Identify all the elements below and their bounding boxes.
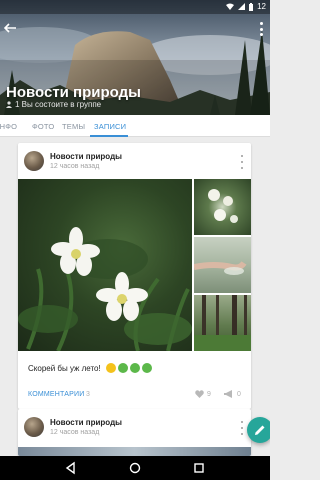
post-text: Скорей бы уж лето! xyxy=(28,363,152,373)
overflow-menu-icon[interactable] xyxy=(260,22,264,36)
hand-in-water-image xyxy=(194,261,247,275)
post-photo-preview[interactable] xyxy=(18,447,251,456)
clover-emoji-icon xyxy=(129,363,140,373)
clock: 12 xyxy=(257,2,266,11)
group-subtitle: 1 Вы состоите в группе xyxy=(6,100,101,109)
post-time: 12 часов назад xyxy=(50,429,100,436)
back-triangle-icon[interactable] xyxy=(64,461,78,475)
signal-icon xyxy=(238,3,246,10)
tab-bar: ИНФО ФОТО ТЕМЫ ЗАПИСИ xyxy=(0,115,270,137)
battery-icon xyxy=(249,2,254,11)
toolbar xyxy=(0,14,270,42)
active-tab-indicator xyxy=(90,135,128,137)
group-membership-text: 1 Вы состоите в группе xyxy=(15,100,102,109)
system-navigation-bar xyxy=(0,456,270,480)
post-text-content: Скорей бы уж лето! xyxy=(28,363,101,373)
tab-info[interactable]: ИНФО xyxy=(0,122,17,131)
post-author[interactable]: Новости природы xyxy=(50,418,122,427)
avatar[interactable] xyxy=(24,151,44,171)
recents-square-icon[interactable] xyxy=(192,461,206,475)
likes-count: 9 xyxy=(207,390,211,398)
anemone-flowers-image xyxy=(18,227,192,351)
screen: 12 Новости природы 1 Вы состоите в групп… xyxy=(0,0,270,480)
comments-count: 3 xyxy=(86,391,90,398)
post-photo-main[interactable] xyxy=(18,179,192,351)
person-icon xyxy=(6,101,12,108)
home-circle-icon[interactable] xyxy=(128,461,142,475)
heart-icon xyxy=(195,390,204,398)
post-card: Новости природы 12 часов назад xyxy=(18,409,251,456)
post-time: 12 часов назад xyxy=(50,163,100,170)
smile-emoji-icon xyxy=(105,363,116,373)
pencil-icon xyxy=(255,425,265,435)
post-card: Новости природы 12 часов назад xyxy=(18,143,251,409)
avatar[interactable] xyxy=(24,417,44,437)
post-photo-thumb-1[interactable] xyxy=(194,179,251,235)
wifi-icon xyxy=(226,3,235,10)
clover-emoji-icon xyxy=(141,363,152,373)
group-header: 12 Новости природы 1 Вы состоите в групп… xyxy=(0,0,270,115)
tab-topics[interactable]: ТЕМЫ xyxy=(62,122,85,131)
post-photo-thumb-3[interactable] xyxy=(194,295,251,351)
clover-emoji-icon xyxy=(117,363,128,373)
like-button[interactable]: 9 xyxy=(195,390,211,398)
back-arrow-icon[interactable] xyxy=(2,20,18,36)
new-post-fab[interactable] xyxy=(247,417,270,443)
comments-button[interactable]: КОММЕНТАРИИ xyxy=(28,391,84,398)
tab-photos[interactable]: ФОТО xyxy=(32,122,54,131)
share-button[interactable]: 0 xyxy=(224,390,241,398)
group-title: Новости природы xyxy=(6,84,141,101)
megaphone-icon xyxy=(224,390,232,398)
post-author[interactable]: Новости природы xyxy=(50,152,122,161)
shares-count: 0 xyxy=(237,390,241,398)
forest-image xyxy=(194,295,251,351)
post-footer: КОММЕНТАРИИ 3 9 0 xyxy=(28,389,243,403)
tab-posts[interactable]: ЗАПИСИ xyxy=(94,122,126,131)
white-flowers-image xyxy=(208,189,238,223)
status-bar: 12 xyxy=(0,0,270,14)
post-more-icon[interactable] xyxy=(239,155,245,169)
post-more-icon[interactable] xyxy=(239,421,245,435)
post-photo-thumb-2[interactable] xyxy=(194,237,251,293)
